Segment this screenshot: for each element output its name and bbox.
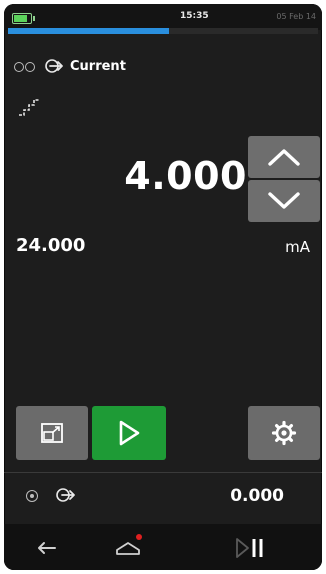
chevron-down-icon <box>268 192 300 209</box>
notification-dot <box>136 534 142 540</box>
channel-pair-icon <box>14 61 36 72</box>
run-pause-button[interactable] <box>228 534 272 562</box>
device-screen: 15:35 05 Feb 14 Current 4.000 24.000 mA <box>4 4 322 570</box>
secondary-channel-row[interactable]: 0.000 <box>4 482 322 512</box>
status-bar: 15:35 05 Feb 14 <box>4 4 322 30</box>
play-pause-icon <box>236 538 263 558</box>
divider <box>4 472 322 473</box>
gear-icon <box>271 420 297 446</box>
step-ramp-icon[interactable] <box>18 99 40 117</box>
status-time: 15:35 <box>180 11 209 21</box>
back-arrow-icon <box>38 542 56 554</box>
max-value: 24.000 <box>16 235 86 256</box>
battery-fill <box>14 15 27 22</box>
increment-button[interactable] <box>248 136 320 178</box>
battery-icon <box>12 13 35 24</box>
expand-icon <box>41 423 63 443</box>
home-icon <box>116 542 140 555</box>
unit-label: mA <box>285 238 310 256</box>
decrement-button[interactable] <box>248 180 320 222</box>
chevron-up-icon <box>268 149 300 166</box>
measure-arrow-icon <box>56 488 75 502</box>
output-value[interactable]: 4.000 <box>109 154 247 198</box>
expand-button[interactable] <box>16 406 88 460</box>
home-button[interactable] <box>106 534 150 562</box>
back-button[interactable] <box>30 534 64 562</box>
secondary-value: 0.000 <box>230 486 284 506</box>
status-date: 05 Feb 14 <box>276 12 316 21</box>
progress-fill <box>8 28 170 34</box>
settings-button[interactable] <box>248 406 320 460</box>
bottom-nav-bar <box>4 524 322 570</box>
channel-indicator-icon <box>26 490 38 502</box>
function-header[interactable]: Current <box>14 56 126 76</box>
function-label: Current <box>70 58 126 74</box>
play-button[interactable] <box>92 406 166 460</box>
source-arrow-icon <box>45 59 63 73</box>
play-icon <box>119 420 140 446</box>
progress-bar <box>8 28 318 34</box>
